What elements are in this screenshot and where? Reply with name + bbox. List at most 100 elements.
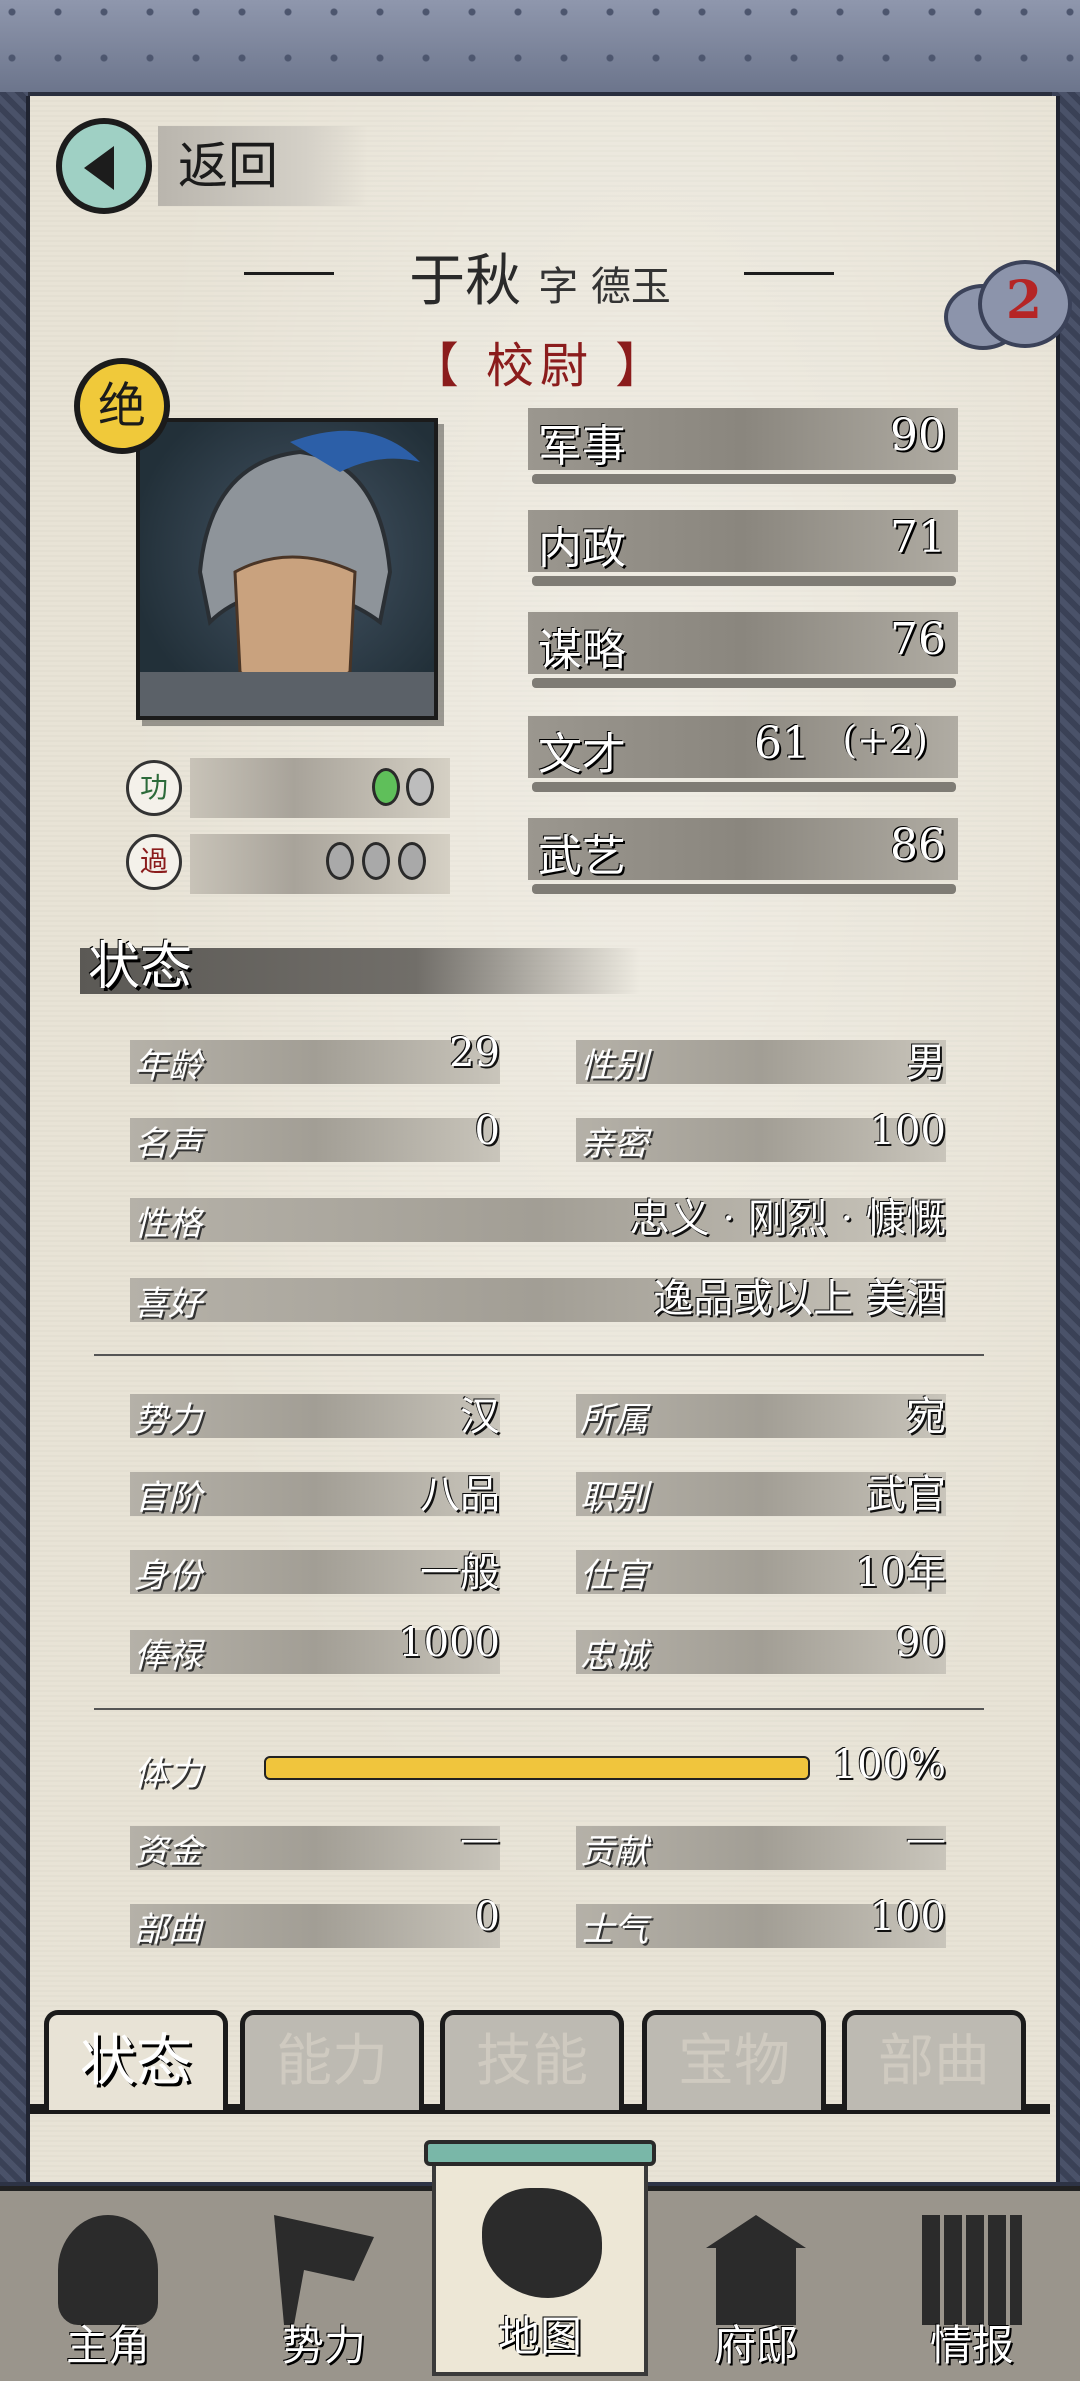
info-label: 资金 <box>134 1832 202 1872</box>
demerit-token-icon <box>398 842 426 880</box>
tab-status[interactable]: 状态 <box>44 2010 228 2110</box>
info-label: 职别 <box>580 1478 648 1518</box>
courtesy-value: 德玉 <box>590 264 671 310</box>
info-value: 90 <box>895 1620 946 1666</box>
protagonist-icon <box>58 2215 158 2325</box>
courtesy-name: 字 德玉 <box>538 264 671 310</box>
info-value: 忠义 · 刚烈 · 慷慨 <box>629 1196 946 1242</box>
info-value: 1000 <box>398 1620 500 1666</box>
stat-label: 谋略 <box>538 625 626 676</box>
nav-label: 府邸 <box>713 2321 798 2370</box>
info-label: 名声 <box>134 1124 202 1164</box>
info-label: 忠诚 <box>580 1636 648 1676</box>
info-value: 100 <box>869 1894 946 1940</box>
back-button[interactable]: 返回 <box>56 118 368 218</box>
stat-military[interactable]: 军事 90 <box>528 408 958 484</box>
info-label: 官阶 <box>134 1478 202 1518</box>
divider <box>94 1708 984 1710</box>
stat-label: 武艺 <box>538 831 626 882</box>
merit-icon: 功 <box>126 760 182 816</box>
stat-value: 90 <box>890 410 946 461</box>
tab-troops[interactable]: 部曲 <box>842 2010 1026 2110</box>
merit-token-icon <box>372 768 400 806</box>
info-value: 武官 <box>866 1472 946 1518</box>
courtesy-prefix: 字 <box>538 264 579 310</box>
back-arrow-icon[interactable] <box>56 118 152 214</box>
stat-label: 内政 <box>538 523 626 574</box>
nav-label: 主角 <box>65 2321 150 2370</box>
stamina-bar <box>264 1756 810 1780</box>
top-ornamental-border <box>0 0 1080 96</box>
back-label[interactable]: 返回 <box>158 126 368 206</box>
mansion-icon <box>706 2215 806 2325</box>
demerit-token-icon <box>326 842 354 880</box>
info-label: 士气 <box>580 1910 648 1950</box>
info-value: 10年 <box>855 1550 946 1596</box>
info-value: — <box>460 1816 500 1862</box>
scroll-rod <box>424 2140 656 2166</box>
stat-value: 86 <box>890 820 946 871</box>
divider <box>94 1354 984 1356</box>
info-label: 性别 <box>580 1046 648 1086</box>
info-label: 年龄 <box>134 1046 202 1086</box>
flag-icon <box>274 2215 374 2325</box>
merit-tokens <box>372 768 452 808</box>
left-arrow-icon <box>84 146 114 190</box>
character-portrait <box>136 418 438 720</box>
map-icon <box>482 2188 602 2298</box>
info-value: 八品 <box>420 1472 500 1518</box>
nav-label: 势力 <box>281 2321 366 2370</box>
nav-mansion[interactable]: 府邸 <box>648 2191 864 2381</box>
demerit-token-icon <box>362 842 390 880</box>
stat-martial[interactable]: 武艺 86 <box>528 818 958 894</box>
nav-protagonist[interactable]: 主角 <box>0 2191 216 2381</box>
info-label: 性格 <box>134 1204 202 1244</box>
name-row: 于秋 字 德玉 <box>240 236 840 314</box>
demerit-tokens <box>326 842 446 882</box>
stat-label: 军事 <box>538 421 626 472</box>
info-label: 部曲 <box>134 1910 202 1950</box>
info-label: 喜好 <box>134 1284 202 1324</box>
info-value: 29 <box>449 1030 500 1076</box>
scroll-icon <box>922 2215 1022 2325</box>
cloud-badge[interactable]: 2 <box>944 260 1080 350</box>
info-label: 亲密 <box>580 1124 648 1164</box>
rank-badge: 绝 <box>74 358 170 454</box>
info-label: 仕官 <box>580 1556 648 1596</box>
character-name: 于秋 <box>409 249 522 314</box>
info-value: 宛 <box>906 1394 946 1440</box>
info-value: 100% <box>831 1742 946 1788</box>
stat-literary[interactable]: 文才 61 (+2) <box>528 716 958 792</box>
info-value: 100 <box>869 1108 946 1154</box>
official-title: 【 校尉 】 <box>410 338 670 394</box>
info-label: 所属 <box>580 1400 648 1440</box>
demerit-icon: 過 <box>126 834 182 890</box>
stat-strategy[interactable]: 谋略 76 <box>528 612 958 688</box>
info-label: 身份 <box>134 1556 202 1596</box>
info-value: 0 <box>474 1108 500 1154</box>
info-value: 逸品或以上 美酒 <box>653 1276 946 1322</box>
info-label: 贡献 <box>580 1832 648 1872</box>
warrior-portrait-icon <box>140 430 434 716</box>
stat-value: 61 <box>754 718 810 769</box>
nav-faction[interactable]: 势力 <box>216 2191 432 2381</box>
nav-label: 地图 <box>497 2312 582 2361</box>
stat-label: 文才 <box>538 729 626 780</box>
info-value: 男 <box>906 1040 946 1086</box>
stat-politics[interactable]: 内政 71 <box>528 510 958 586</box>
nav-map[interactable]: 地图 <box>432 2150 648 2376</box>
nav-label: 情报 <box>929 2321 1014 2370</box>
merit-token-icon <box>406 768 434 806</box>
info-label: 势力 <box>134 1400 202 1440</box>
tab-treasure[interactable]: 宝物 <box>642 2010 826 2110</box>
nav-intel[interactable]: 情报 <box>864 2191 1080 2381</box>
info-label: 俸禄 <box>134 1636 202 1676</box>
cloud-count: 2 <box>1005 270 1043 331</box>
tab-ability[interactable]: 能力 <box>240 2010 424 2110</box>
stat-value: 76 <box>890 614 946 665</box>
stat-bonus: (+2) <box>842 718 928 762</box>
info-value: 一般 <box>420 1550 500 1596</box>
tab-skill[interactable]: 技能 <box>440 2010 624 2110</box>
info-label: 体力 <box>134 1754 202 1794</box>
info-value: 汉 <box>460 1394 500 1440</box>
